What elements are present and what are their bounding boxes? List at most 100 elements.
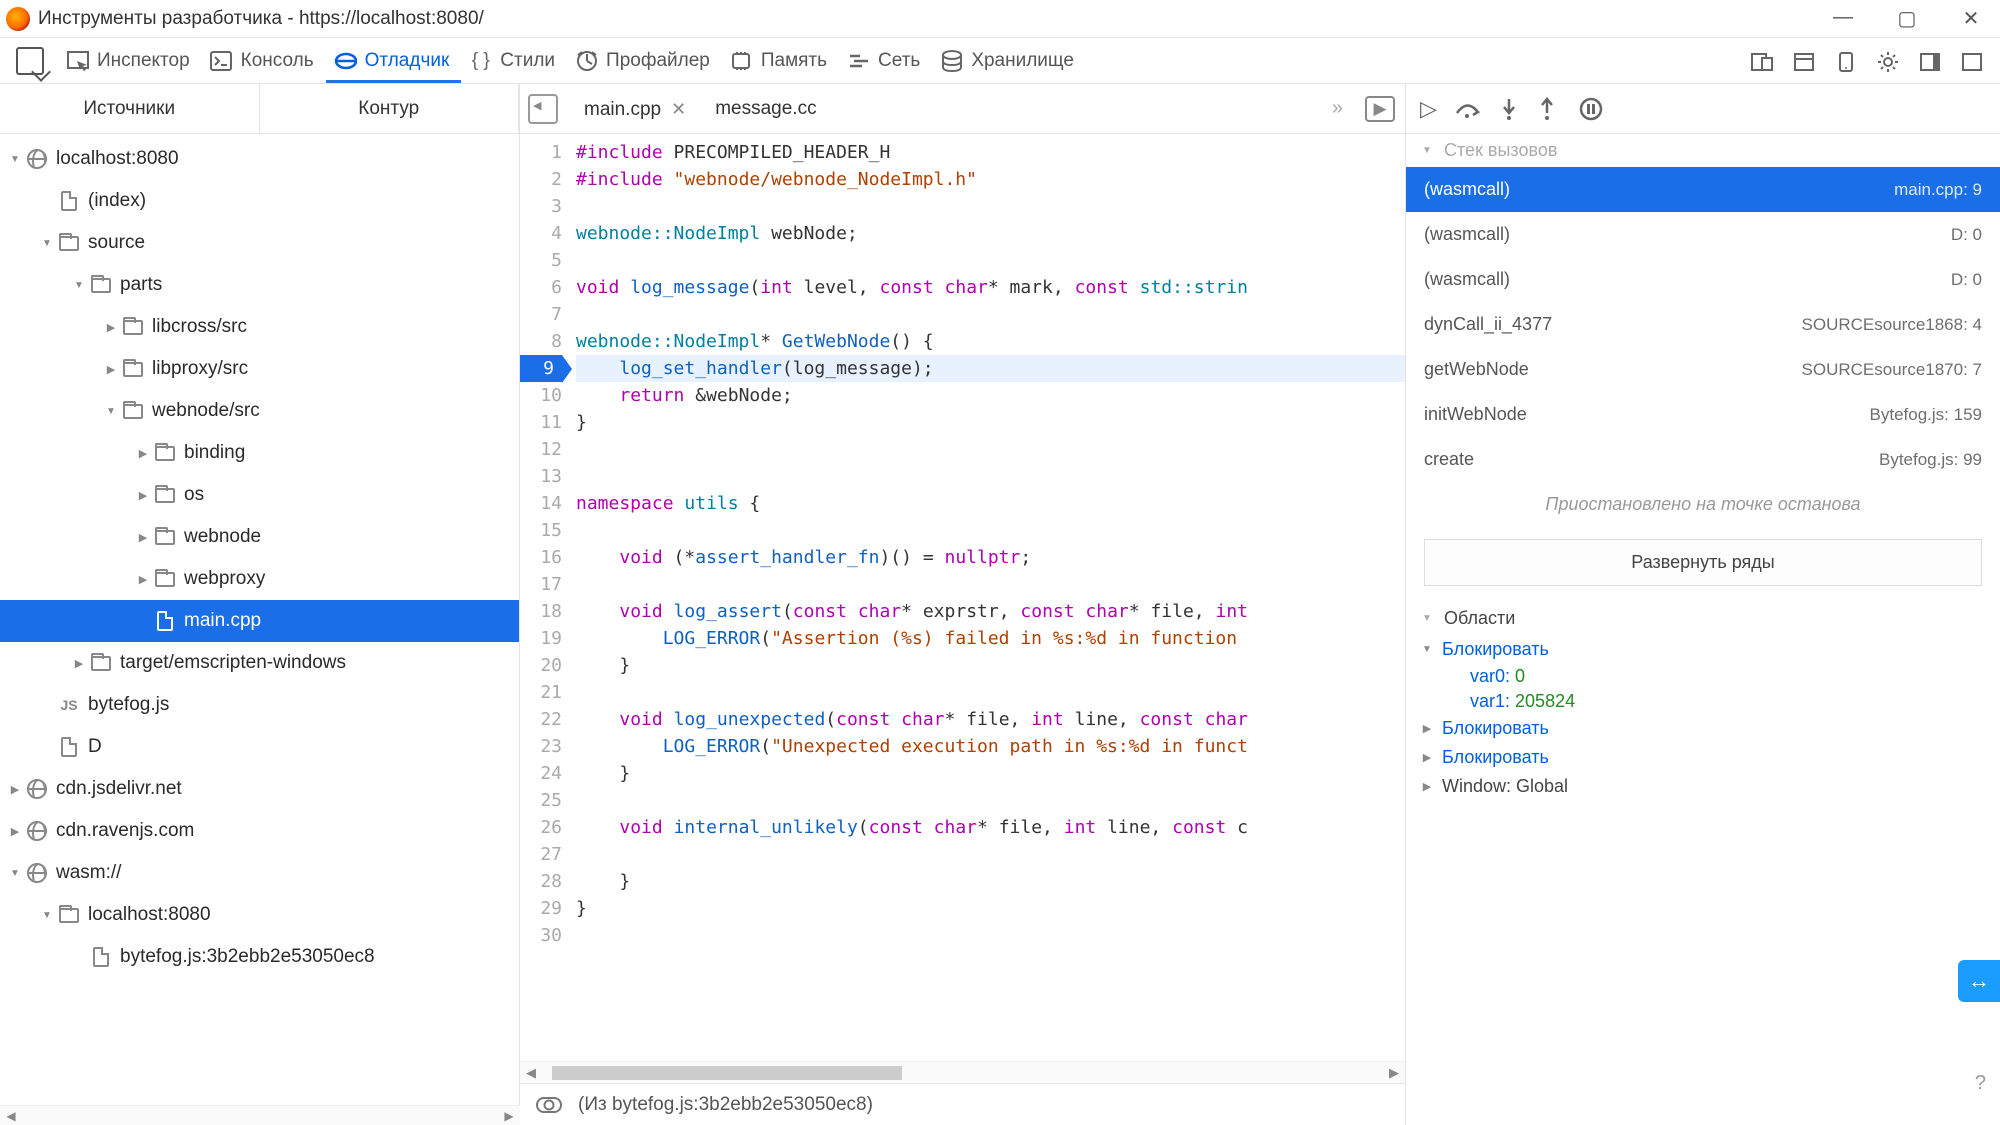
tree-item[interactable]: bytefog.js:3b2ebb2e53050ec8 <box>0 936 519 978</box>
tool-inspector[interactable]: Инспектор <box>58 41 202 83</box>
code-line[interactable]: namespace utils { <box>576 490 1405 517</box>
code-line[interactable]: log_set_handler(log_message); <box>576 355 1405 382</box>
tree-item[interactable]: cdn.jsdelivr.net <box>0 768 519 810</box>
twisty-icon[interactable] <box>102 318 120 336</box>
line-number[interactable]: 21 <box>520 679 562 706</box>
more-tabs-icon[interactable]: » <box>1320 97 1355 120</box>
scroll-left-icon[interactable]: ◀ <box>520 1065 542 1081</box>
line-number[interactable]: 28 <box>520 868 562 895</box>
line-number[interactable]: 4 <box>520 220 562 247</box>
code-line[interactable]: void log_message(int level, const char* … <box>576 274 1405 301</box>
twisty-icon[interactable] <box>1418 749 1436 767</box>
code-line[interactable]: } <box>576 409 1405 436</box>
twisty-icon[interactable] <box>38 696 56 714</box>
line-number[interactable]: 17 <box>520 571 562 598</box>
tool-memory[interactable]: Память <box>722 41 839 83</box>
line-number[interactable]: 11 <box>520 409 562 436</box>
tree-item[interactable]: libcross/src <box>0 306 519 348</box>
tree-item[interactable]: source <box>0 222 519 264</box>
settings-icon[interactable] <box>1873 47 1903 77</box>
callstack-frame[interactable]: dynCall_ii_4377SOURCEsource1868: 4 <box>1406 302 2000 347</box>
editor-tab[interactable]: message.cc <box>701 84 831 133</box>
step-out-icon[interactable] <box>1537 97 1557 121</box>
twisty-icon[interactable] <box>6 150 24 168</box>
line-number[interactable]: 25 <box>520 787 562 814</box>
tool-profiler[interactable]: Профайлер <box>567 41 722 83</box>
twisty-icon[interactable] <box>1418 778 1436 796</box>
callstack-frame[interactable]: (wasmcall)D: 0 <box>1406 212 2000 257</box>
code-body[interactable]: #include PRECOMPILED_HEADER_H#include "w… <box>570 134 1405 1061</box>
line-number[interactable]: 29 <box>520 895 562 922</box>
tree-item[interactable]: target/emscripten-windows <box>0 642 519 684</box>
line-number[interactable]: 19 <box>520 625 562 652</box>
horizontal-scrollbar[interactable]: ◀ ▶ <box>520 1061 1405 1083</box>
screenshot-icon[interactable] <box>1831 47 1861 77</box>
line-number[interactable]: 7 <box>520 301 562 328</box>
scroll-right-icon[interactable]: ▶ <box>1383 1065 1405 1081</box>
twisty-icon[interactable] <box>70 654 88 672</box>
tool-debugger[interactable]: Отладчик <box>326 41 462 83</box>
line-number[interactable]: 30 <box>520 922 562 949</box>
tool-console[interactable]: Консоль <box>202 41 326 83</box>
twisty-icon[interactable] <box>38 192 56 210</box>
tree-item[interactable]: webproxy <box>0 558 519 600</box>
scope-item[interactable]: Блокировать <box>1406 743 2000 772</box>
code-line[interactable] <box>576 922 1405 949</box>
sources-tab-outline[interactable]: Контур <box>260 84 520 133</box>
line-number[interactable]: 13 <box>520 463 562 490</box>
line-number[interactable]: 15 <box>520 517 562 544</box>
teamviewer-badge-icon[interactable]: ↔ <box>1958 960 2000 1002</box>
code-line[interactable] <box>576 463 1405 490</box>
line-number[interactable]: 12 <box>520 436 562 463</box>
pause-icon[interactable] <box>1579 97 1603 121</box>
scope-item[interactable]: Блокировать <box>1406 635 2000 664</box>
callstack-frame[interactable]: (wasmcall)D: 0 <box>1406 257 2000 302</box>
code-line[interactable] <box>576 787 1405 814</box>
code-line[interactable] <box>576 841 1405 868</box>
variable-row[interactable]: var0: 0 <box>1406 664 2000 689</box>
code-line[interactable] <box>576 679 1405 706</box>
minimize-button[interactable]: — <box>1830 6 1856 31</box>
line-number[interactable]: 23 <box>520 733 562 760</box>
line-number[interactable]: 27 <box>520 841 562 868</box>
variable-row[interactable]: var1: 205824 <box>1406 689 2000 714</box>
line-number[interactable]: 2 <box>520 166 562 193</box>
scope-item[interactable]: Window: Global <box>1406 772 2000 801</box>
twisty-icon[interactable] <box>38 738 56 756</box>
toggle-sources-icon[interactable] <box>528 94 558 124</box>
code-line[interactable]: } <box>576 652 1405 679</box>
code-line[interactable]: void log_unexpected(const char* file, in… <box>576 706 1405 733</box>
code-line[interactable]: void (*assert_handler_fn)() = nullptr; <box>576 544 1405 571</box>
tree-item[interactable]: cdn.ravenjs.com <box>0 810 519 852</box>
sources-tab-sources[interactable]: Источники <box>0 84 260 133</box>
element-picker-icon[interactable] <box>16 47 44 75</box>
code-line[interactable] <box>576 193 1405 220</box>
code-line[interactable] <box>576 571 1405 598</box>
maximize-button[interactable]: ▢ <box>1894 6 1920 31</box>
twisty-icon[interactable] <box>38 234 56 252</box>
line-number[interactable]: 8 <box>520 328 562 355</box>
scope-item[interactable]: Блокировать <box>1406 714 2000 743</box>
twisty-icon[interactable] <box>70 276 88 294</box>
callstack-frame[interactable]: (wasmcall)main.cpp: 9 <box>1406 167 2000 212</box>
tree-item[interactable]: webnode <box>0 516 519 558</box>
help-icon[interactable]: ? <box>1975 1072 1986 1095</box>
tool-network[interactable]: Сеть <box>839 41 932 83</box>
code-line[interactable] <box>576 436 1405 463</box>
tree-item[interactable]: (index) <box>0 180 519 222</box>
code-line[interactable]: void log_assert(const char* exprstr, con… <box>576 598 1405 625</box>
twisty-icon[interactable] <box>134 486 152 504</box>
run-to-cursor-icon[interactable]: ▶ <box>1365 96 1395 122</box>
tree-item[interactable]: localhost:8080 <box>0 894 519 936</box>
editor-tab[interactable]: main.cpp✕ <box>570 84 701 133</box>
debug-sections[interactable]: Стек вызовов(wasmcall)main.cpp: 9(wasmca… <box>1406 134 2000 1125</box>
tool-storage[interactable]: Хранилище <box>932 41 1086 83</box>
line-number[interactable]: 24 <box>520 760 562 787</box>
code-line[interactable]: return &webNode; <box>576 382 1405 409</box>
dock-window-icon[interactable] <box>1957 47 1987 77</box>
tree-item[interactable]: libproxy/src <box>0 348 519 390</box>
line-number[interactable]: 22 <box>520 706 562 733</box>
twisty-icon[interactable] <box>70 948 88 966</box>
sources-tree[interactable]: localhost:8080(index)sourcepartslibcross… <box>0 134 519 1125</box>
tree-item[interactable]: binding <box>0 432 519 474</box>
